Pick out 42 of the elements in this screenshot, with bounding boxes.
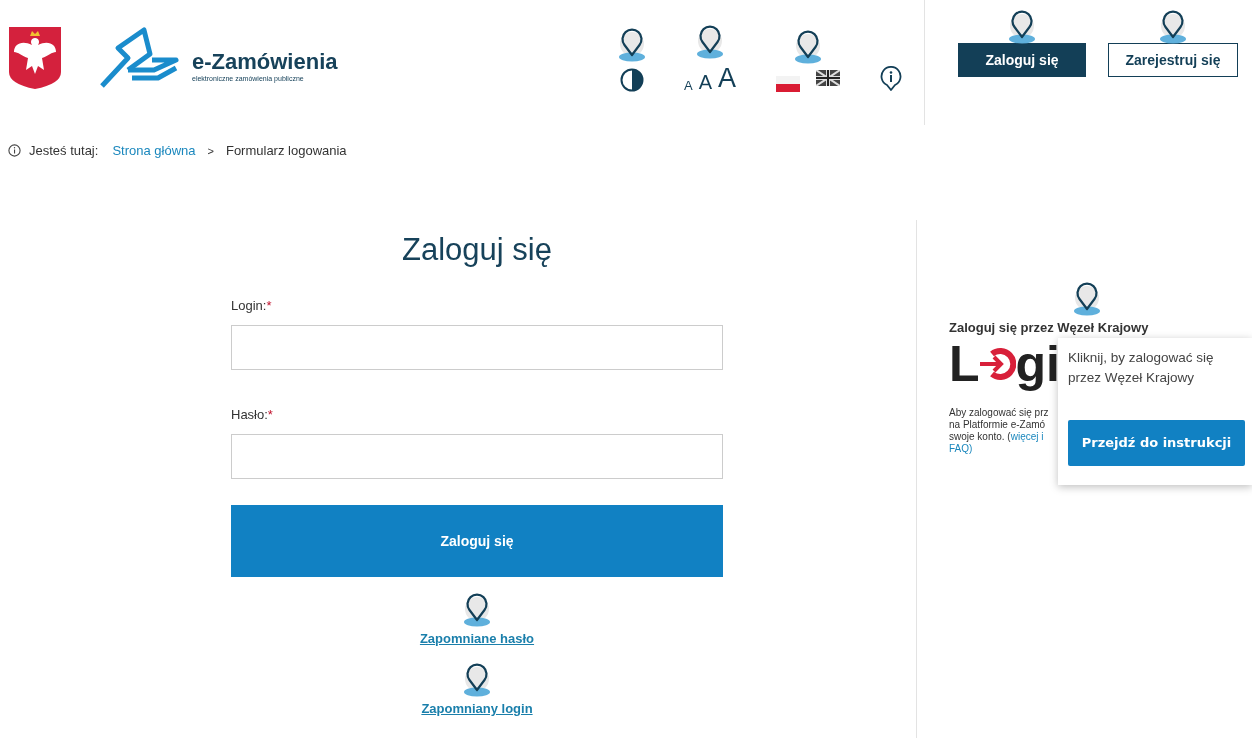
input-field[interactable] bbox=[231, 434, 723, 479]
eagle-crest-icon bbox=[8, 26, 62, 90]
field-label: Hasło:* bbox=[231, 407, 273, 422]
uk-flag-icon[interactable] bbox=[816, 70, 841, 86]
contrast-icon[interactable] bbox=[620, 68, 644, 92]
breadcrumb-separator: > bbox=[207, 144, 214, 157]
polish-flag-icon[interactable] bbox=[776, 76, 801, 92]
page-title: Zaloguj się bbox=[401, 232, 553, 268]
font-size-button[interactable]: A bbox=[684, 79, 693, 92]
info-icon[interactable] bbox=[880, 66, 903, 92]
breadcrumb-link[interactable]: Strona główna bbox=[112, 143, 196, 158]
login-button[interactable]: Zaloguj się bbox=[958, 43, 1086, 77]
location-pin-icon bbox=[1072, 282, 1102, 316]
location-pin-icon bbox=[462, 593, 492, 627]
info-icon bbox=[8, 144, 21, 157]
section-title: Zaloguj się przez Węzeł Krajowy bbox=[949, 320, 1150, 335]
arrow-circle-icon bbox=[979, 346, 1016, 382]
location-pin-icon bbox=[617, 28, 647, 62]
login-submit-button[interactable]: Zaloguj się bbox=[231, 505, 723, 577]
login-gov-logo[interactable]: L gi bbox=[949, 339, 1060, 389]
description-text: swoje konto. ( bbox=[949, 431, 1011, 442]
description-text: na Platformie e-Zamó bbox=[949, 419, 1046, 430]
forgot-link[interactable]: Zapomniane hasło bbox=[419, 631, 535, 646]
input-field[interactable] bbox=[231, 325, 723, 370]
location-pin-icon bbox=[695, 25, 725, 59]
breadcrumb-label: Jesteś tutaj: bbox=[29, 143, 99, 158]
instructions-button[interactable]: Przejdź do instrukcji bbox=[1068, 419, 1245, 466]
laptop-icon bbox=[98, 26, 180, 90]
description-text: Aby zalogować się prz bbox=[949, 407, 1049, 418]
font-size-button[interactable]: A bbox=[698, 72, 712, 92]
location-pin-icon bbox=[1158, 10, 1188, 44]
breadcrumb-current: Formularz logowania bbox=[225, 143, 347, 158]
location-pin-icon bbox=[462, 663, 492, 697]
font-size-button[interactable]: A bbox=[718, 65, 737, 92]
location-pin-icon bbox=[1007, 10, 1037, 44]
logo-title: e-Zamówienia bbox=[192, 48, 338, 75]
register-button[interactable]: Zarejestruj się bbox=[1108, 43, 1238, 77]
forgot-link[interactable]: Zapomniany login bbox=[421, 701, 533, 716]
location-pin-icon bbox=[793, 30, 824, 64]
more-info-link[interactable]: FAQ) bbox=[949, 443, 973, 454]
hint-text: Kliknij, by zalogować się przez Węzeł Krajowy bbox=[1068, 349, 1215, 388]
field-label: Login:* bbox=[231, 298, 272, 313]
